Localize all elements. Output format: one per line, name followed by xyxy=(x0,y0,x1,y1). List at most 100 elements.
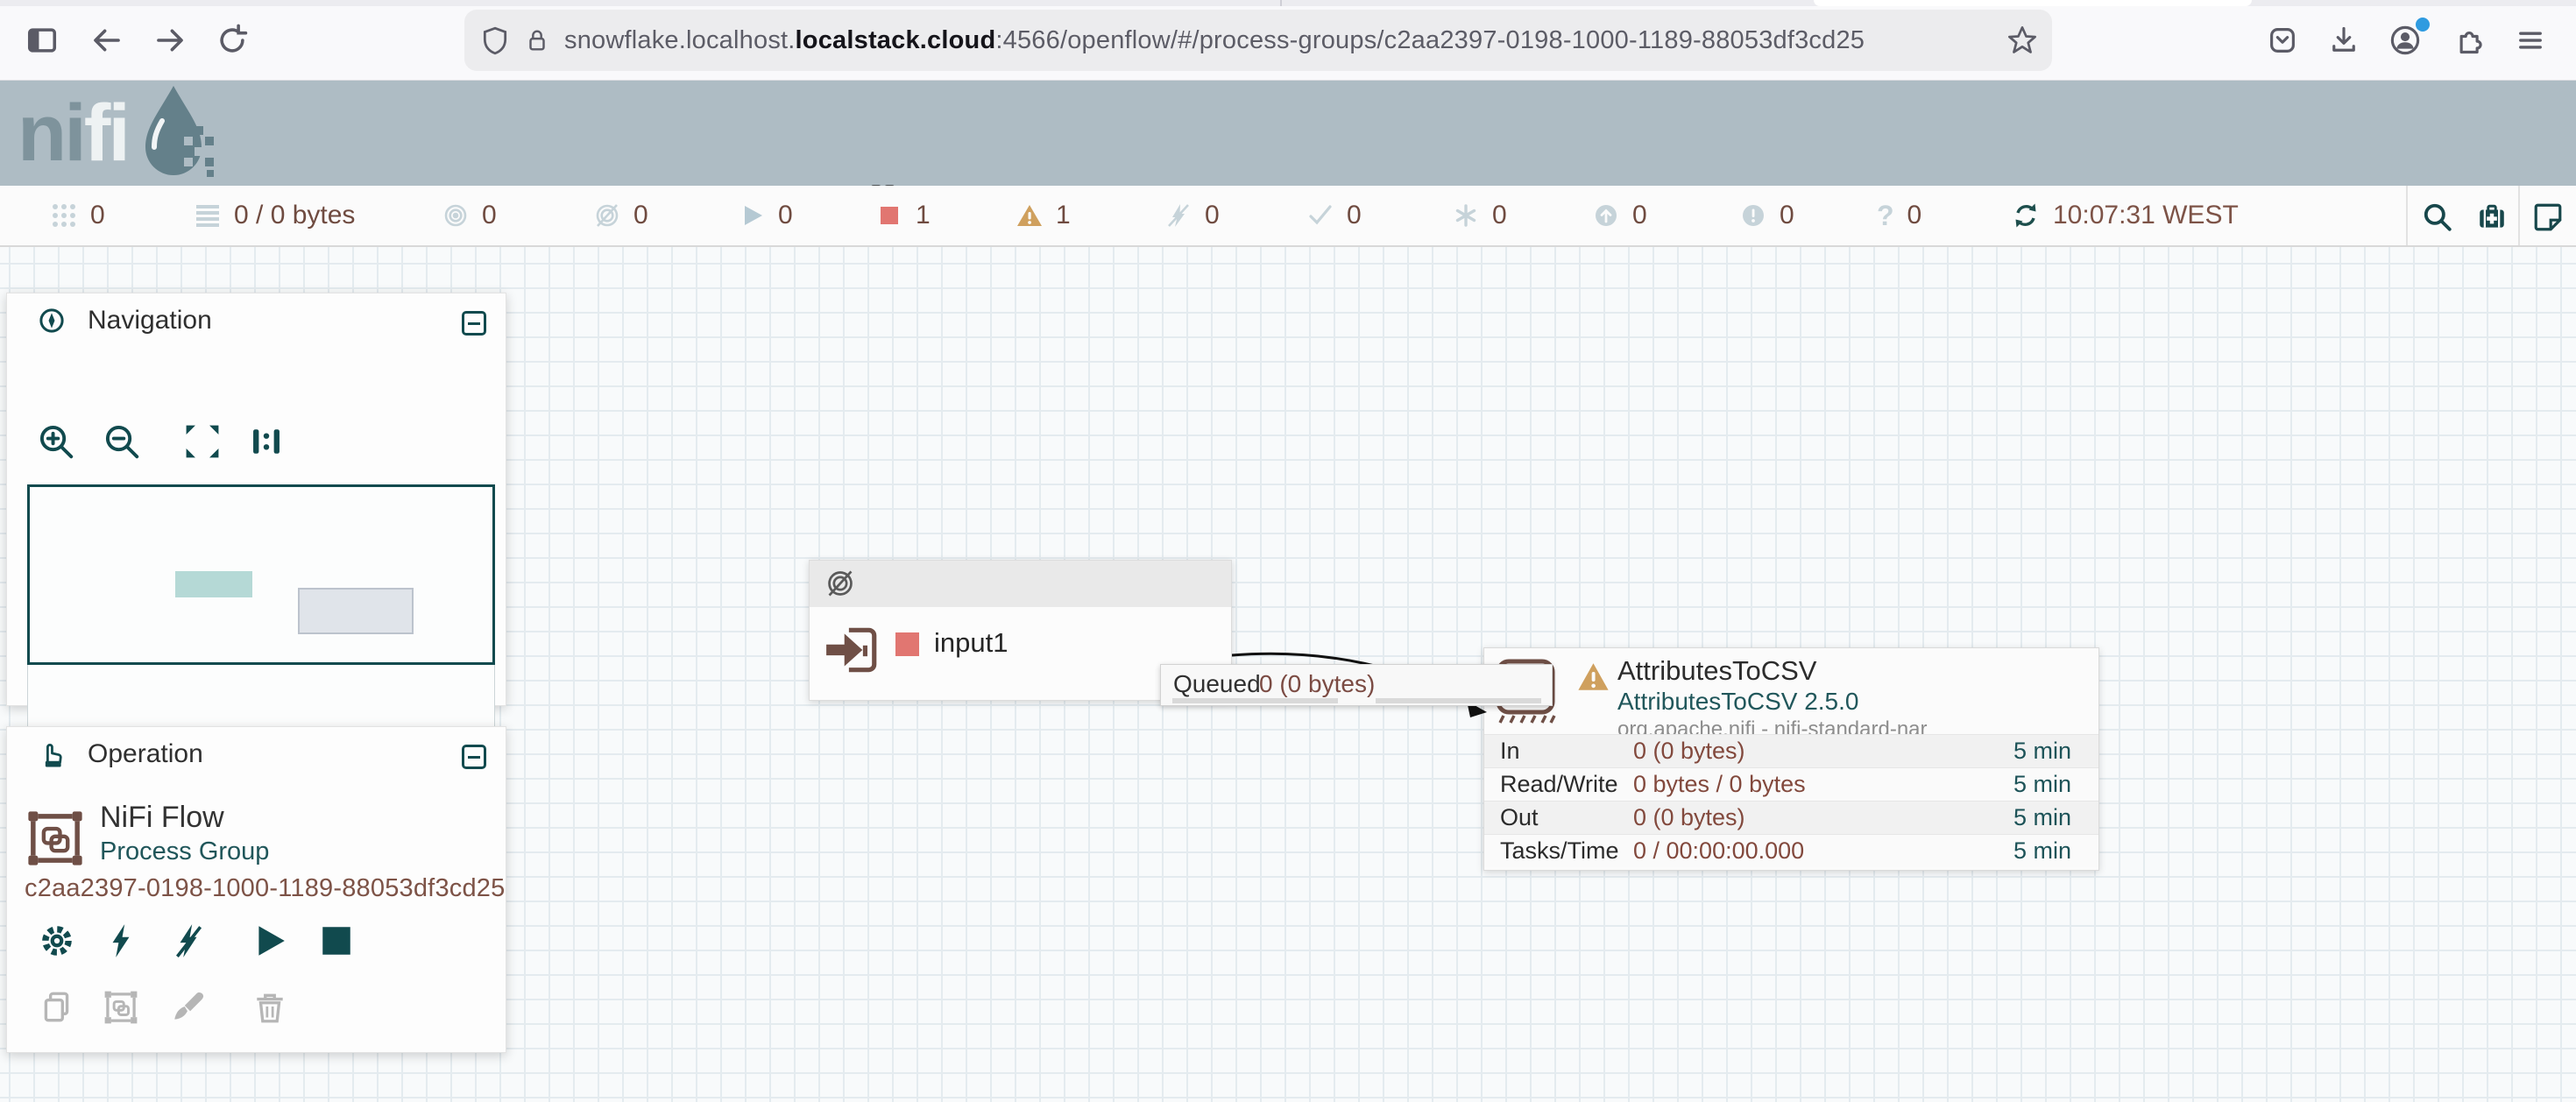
process-group-icon xyxy=(25,804,86,872)
zoom-actual-size-button[interactable] xyxy=(246,421,287,462)
stat-value: 0 bytes / 0 bytes xyxy=(1633,771,1806,798)
minimap-viewport[interactable] xyxy=(27,484,495,665)
disabled-bolt-icon xyxy=(1165,202,1192,229)
question-mark-icon: ? xyxy=(1877,200,1894,232)
start-button[interactable] xyxy=(251,922,289,960)
selected-flow-id: c2aa2397-0198-1000-1189-88053df3cd25 xyxy=(25,874,505,903)
zoom-fit-button[interactable] xyxy=(182,421,223,462)
collapse-navigation-button[interactable] xyxy=(462,311,486,336)
nifi-header: nifi xyxy=(0,81,2576,186)
warning-triangle-icon xyxy=(1016,202,1043,229)
status-invalid-asterisk: 0 xyxy=(1453,186,1507,245)
bulletin-board-button[interactable] xyxy=(2529,198,2567,237)
forward-button[interactable] xyxy=(151,21,189,60)
operation-title: Operation xyxy=(88,739,203,769)
extensions-icon[interactable] xyxy=(2449,21,2488,60)
tab-strip xyxy=(0,0,2576,6)
shield-icon[interactable] xyxy=(480,25,510,56)
url-bar[interactable]: snowflake.localhost.localstack.cloud:456… xyxy=(464,10,2052,71)
flow-status-bar: 0 0 / 0 bytes 0 0 0 1 1 0 0 0 0 0 xyxy=(0,186,2576,247)
minimap-processor xyxy=(298,588,414,634)
stat-window: 5 min xyxy=(2013,804,2071,831)
status-refresh[interactable]: 10:07:31 WEST xyxy=(2012,186,2239,245)
note-icon xyxy=(2532,201,2564,233)
status-active-threads: 0 xyxy=(51,186,105,245)
connection-label[interactable]: Queued 0 (0 bytes) xyxy=(1160,664,1553,706)
disable-button[interactable] xyxy=(169,922,208,960)
account-icon[interactable] xyxy=(2386,21,2424,60)
url-text[interactable]: snowflake.localhost.localstack.cloud:456… xyxy=(564,26,1865,55)
back-button[interactable] xyxy=(88,21,126,60)
sidebar-toggle-button[interactable] xyxy=(23,21,61,60)
configure-button[interactable] xyxy=(38,922,76,960)
navigation-header[interactable]: Navigation xyxy=(7,293,506,348)
logo-text-fi: fi xyxy=(84,88,128,180)
queued-size-bar xyxy=(1376,698,1541,703)
stop-button[interactable] xyxy=(317,922,356,960)
running-icon xyxy=(739,202,765,229)
selected-flow-type: Process Group xyxy=(100,837,269,866)
compass-icon xyxy=(39,307,65,334)
account-notification-dot xyxy=(2416,18,2430,32)
status-stopped: 1 xyxy=(876,186,931,245)
operation-header[interactable]: Operation xyxy=(7,727,506,781)
zoom-out-button[interactable] xyxy=(102,421,142,462)
lock-icon[interactable] xyxy=(524,25,550,55)
cluster-summary-button[interactable] xyxy=(2473,198,2511,237)
status-disabled: 0 xyxy=(1165,186,1220,245)
stat-row-in: In 0 (0 bytes) 5 min xyxy=(1484,734,2098,767)
change-color-button[interactable] xyxy=(169,988,208,1027)
bookmark-star-icon[interactable] xyxy=(2006,25,2038,60)
not-transmitting-count: 0 xyxy=(633,201,648,230)
zoom-in-button[interactable] xyxy=(36,421,76,462)
navigation-panel: Navigation xyxy=(6,293,506,706)
birdseye-minimap[interactable] xyxy=(27,484,495,750)
stopped-count: 1 xyxy=(916,201,931,230)
status-transmitting: 0 xyxy=(442,186,497,245)
status-invalid: 1 xyxy=(1016,186,1071,245)
input-port-icon xyxy=(824,625,881,676)
queued-count: 0 / 0 bytes xyxy=(234,201,355,230)
navigation-title: Navigation xyxy=(88,306,212,336)
transmitting-count: 0 xyxy=(482,201,497,230)
copy-button[interactable] xyxy=(38,988,76,1027)
up-to-date-count: 0 xyxy=(1632,201,1647,230)
processor-name: AttributesToCSV xyxy=(1617,655,1816,687)
port-status-strip xyxy=(810,561,1231,607)
delete-button[interactable] xyxy=(251,988,289,1027)
enable-button[interactable] xyxy=(102,922,140,960)
queued-value: 0 (0 bytes) xyxy=(1259,670,1375,698)
pocket-icon[interactable] xyxy=(2263,21,2302,60)
processor-type: AttributesToCSV 2.5.0 xyxy=(1617,688,1858,716)
search-icon xyxy=(2422,201,2453,233)
invalid-count: 1 xyxy=(1056,201,1071,230)
stat-window: 5 min xyxy=(2013,738,2071,765)
statusbar-separator xyxy=(2406,186,2408,245)
stat-window: 5 min xyxy=(2013,837,2071,865)
invalid-asterisk-count: 0 xyxy=(1492,201,1507,230)
create-group-button[interactable] xyxy=(102,988,140,1027)
port-name: input1 xyxy=(934,627,1008,659)
collapse-operation-button[interactable] xyxy=(462,745,486,769)
reload-button[interactable] xyxy=(213,21,251,60)
first-aid-kit-icon xyxy=(2476,201,2508,233)
disabled-count: 0 xyxy=(1205,201,1220,230)
running-count: 0 xyxy=(778,201,793,230)
queued-label: Queued xyxy=(1173,670,1261,698)
sync-failure-count: 0 xyxy=(1907,201,1922,230)
status-valid: 0 xyxy=(1307,186,1362,245)
selected-flow-name: NiFi Flow xyxy=(100,801,224,835)
stat-label: In xyxy=(1500,738,1520,765)
stopped-status-square xyxy=(895,632,919,656)
browser-menu-icon[interactable] xyxy=(2511,21,2550,60)
processor-attributestocsv[interactable]: AttributesToCSV AttributesToCSV 2.5.0 or… xyxy=(1483,647,2099,871)
hand-pointer-icon xyxy=(39,741,65,767)
statusbar-separator xyxy=(2518,186,2520,245)
flow-canvas[interactable]: AttributesToCSV AttributesToCSV 2.5.0 or… xyxy=(0,247,2576,1102)
downloads-icon[interactable] xyxy=(2325,21,2363,60)
search-button[interactable] xyxy=(2418,198,2457,237)
asterisk-icon xyxy=(1453,202,1479,229)
refresh-icon[interactable] xyxy=(2012,201,2040,230)
active-tab-edge xyxy=(1814,0,2252,6)
stat-row-out: Out 0 (0 bytes) 5 min xyxy=(1484,801,2098,834)
